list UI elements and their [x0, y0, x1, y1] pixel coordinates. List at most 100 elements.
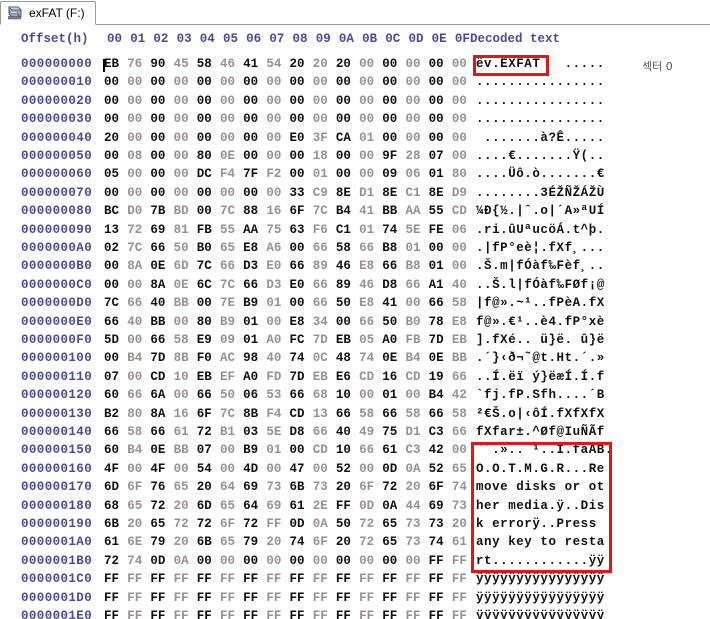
hex-byte[interactable]: 00	[150, 149, 173, 163]
hex-byte[interactable]: C1	[405, 186, 428, 200]
hex-byte[interactable]: 00	[150, 131, 173, 145]
hex-byte[interactable]: 00	[127, 186, 150, 200]
hex-byte[interactable]: 6C	[197, 278, 220, 292]
hex-byte[interactable]: 00	[359, 167, 382, 181]
hex-byte[interactable]: FF	[452, 572, 475, 586]
hex-byte[interactable]: 89	[313, 259, 336, 273]
hex-byte[interactable]: AC	[220, 351, 243, 365]
hex-byte[interactable]: 66	[197, 388, 220, 402]
hex-byte[interactable]: 00	[336, 315, 359, 329]
hex-byte[interactable]: 75	[382, 425, 405, 439]
hex-byte[interactable]: 58	[452, 407, 475, 421]
hex-byte[interactable]: FF	[174, 591, 197, 605]
hex-byte[interactable]: 01	[429, 167, 452, 181]
hex-byte[interactable]: B0	[197, 241, 220, 255]
row-decoded-text[interactable]: ¼Ð{½.|ˆ.o|´A»ªUÍ	[476, 204, 605, 218]
row-bytes[interactable]: 00 B4 7D 8B F0 AC 98 40 74 0C 48 74 0E B4 0E BB	[104, 351, 475, 365]
hex-byte[interactable]: 01	[359, 131, 382, 145]
hex-byte[interactable]: 00	[405, 94, 428, 108]
row-bytes[interactable]: 72 74 0D 0A 00 00 00 00 00 00 00 00 00 00 FF FF	[104, 554, 475, 568]
row-decoded-text[interactable]: ..Š.l|fÓàf‰FØf¡@	[476, 278, 605, 292]
hex-editor-pane[interactable]: Offset(h) 00 01 02 03 04 05 06 07 08 09 0A 0B 0C 0D 0E…	[0, 25, 710, 619]
hex-byte[interactable]: 74	[290, 351, 313, 365]
hex-byte[interactable]: 74	[127, 554, 150, 568]
hex-byte[interactable]: 00	[452, 443, 475, 457]
hex-byte[interactable]: 74	[382, 223, 405, 237]
hex-byte[interactable]: 00	[127, 333, 150, 347]
hex-byte[interactable]: 8A	[150, 278, 173, 292]
hex-byte[interactable]: 65	[174, 480, 197, 494]
hex-byte[interactable]: 63	[290, 223, 313, 237]
hex-byte[interactable]: 7C	[220, 407, 243, 421]
row-decoded-text[interactable]: f@».€¹..è4.fP°xè	[476, 315, 605, 329]
hex-byte[interactable]: 76	[127, 57, 150, 71]
hex-byte[interactable]: B4	[127, 351, 150, 365]
hex-byte[interactable]: 00	[313, 462, 336, 476]
hex-byte[interactable]: 00	[197, 131, 220, 145]
hex-byte[interactable]: 18	[313, 149, 336, 163]
hex-byte[interactable]: 41	[382, 296, 405, 310]
hex-byte[interactable]: 46	[220, 57, 243, 71]
hex-byte[interactable]: 00	[104, 278, 127, 292]
hex-byte[interactable]: CA	[336, 131, 359, 145]
hex-byte[interactable]: 72	[359, 517, 382, 531]
hex-byte[interactable]: E8	[290, 315, 313, 329]
hex-byte[interactable]: BB	[174, 443, 197, 457]
hex-byte[interactable]: 19	[429, 370, 452, 384]
hex-byte[interactable]: 80	[197, 315, 220, 329]
hex-byte[interactable]: FF	[336, 591, 359, 605]
hex-byte[interactable]: A0	[243, 370, 266, 384]
hex-byte[interactable]: 6D	[104, 480, 127, 494]
hex-byte[interactable]: 7C	[220, 278, 243, 292]
hex-byte[interactable]: 58	[452, 296, 475, 310]
hex-byte[interactable]: 69	[429, 499, 452, 513]
hex-byte[interactable]: 6D	[174, 259, 197, 273]
hex-byte[interactable]: EB	[197, 370, 220, 384]
hex-byte[interactable]: 54	[266, 57, 289, 71]
hex-byte[interactable]: 66	[382, 407, 405, 421]
hex-byte[interactable]: 00	[452, 94, 475, 108]
hex-byte[interactable]: FF	[197, 572, 220, 586]
hex-byte[interactable]: 9F	[382, 149, 405, 163]
hex-byte[interactable]: FF	[127, 609, 150, 619]
hex-byte[interactable]: 00	[336, 75, 359, 89]
hex-byte[interactable]: 00	[243, 149, 266, 163]
row-bytes[interactable]: 00 00 00 00 00 00 00 00 00 00 00 00 00 00 00 00	[104, 94, 475, 108]
hex-byte[interactable]: 00	[405, 388, 428, 402]
hex-byte[interactable]: C9	[313, 186, 336, 200]
hex-byte[interactable]: 74	[290, 535, 313, 549]
hex-byte[interactable]: 8B	[174, 351, 197, 365]
hex-byte[interactable]: 00	[382, 112, 405, 126]
row-decoded-text[interactable]: ÿÿÿÿÿÿÿÿÿÿÿÿÿÿÿÿ	[476, 591, 605, 605]
hex-byte[interactable]: B8	[405, 259, 428, 273]
hex-byte[interactable]: 20	[452, 517, 475, 531]
hex-byte[interactable]: 01	[429, 259, 452, 273]
hex-byte[interactable]: 00	[104, 112, 127, 126]
hex-byte[interactable]: 00	[429, 112, 452, 126]
hex-byte[interactable]: 00	[150, 112, 173, 126]
hex-byte[interactable]: FE	[429, 223, 452, 237]
hex-byte[interactable]: 00	[266, 112, 289, 126]
hex-byte[interactable]: B0	[405, 315, 428, 329]
hex-byte[interactable]: 7C	[104, 296, 127, 310]
hex-byte[interactable]: FF	[220, 572, 243, 586]
hex-byte[interactable]: 00	[359, 554, 382, 568]
hex-byte[interactable]: 72	[150, 499, 173, 513]
hex-byte[interactable]: 00	[127, 370, 150, 384]
row-decoded-text[interactable]: ................	[476, 75, 605, 89]
hex-byte[interactable]: 20	[174, 499, 197, 513]
hex-byte[interactable]: FF	[266, 572, 289, 586]
hex-byte[interactable]: 00	[290, 112, 313, 126]
hex-byte[interactable]: AA	[405, 204, 428, 218]
hex-byte[interactable]: 50	[382, 315, 405, 329]
hex-byte[interactable]: EB	[313, 370, 336, 384]
hex-byte[interactable]: 73	[405, 535, 428, 549]
row-decoded-text[interactable]: ëv.EXFAT .....	[476, 57, 605, 71]
hex-byte[interactable]: 00	[220, 75, 243, 89]
hex-byte[interactable]: FB	[405, 333, 428, 347]
hex-byte[interactable]: 66	[382, 259, 405, 273]
hex-byte[interactable]: 00	[220, 112, 243, 126]
hex-byte[interactable]: 00	[220, 554, 243, 568]
hex-byte[interactable]: 00	[174, 462, 197, 476]
row-decoded-text[interactable]: `´.».. ¹..Í.faÃB.	[476, 443, 613, 457]
